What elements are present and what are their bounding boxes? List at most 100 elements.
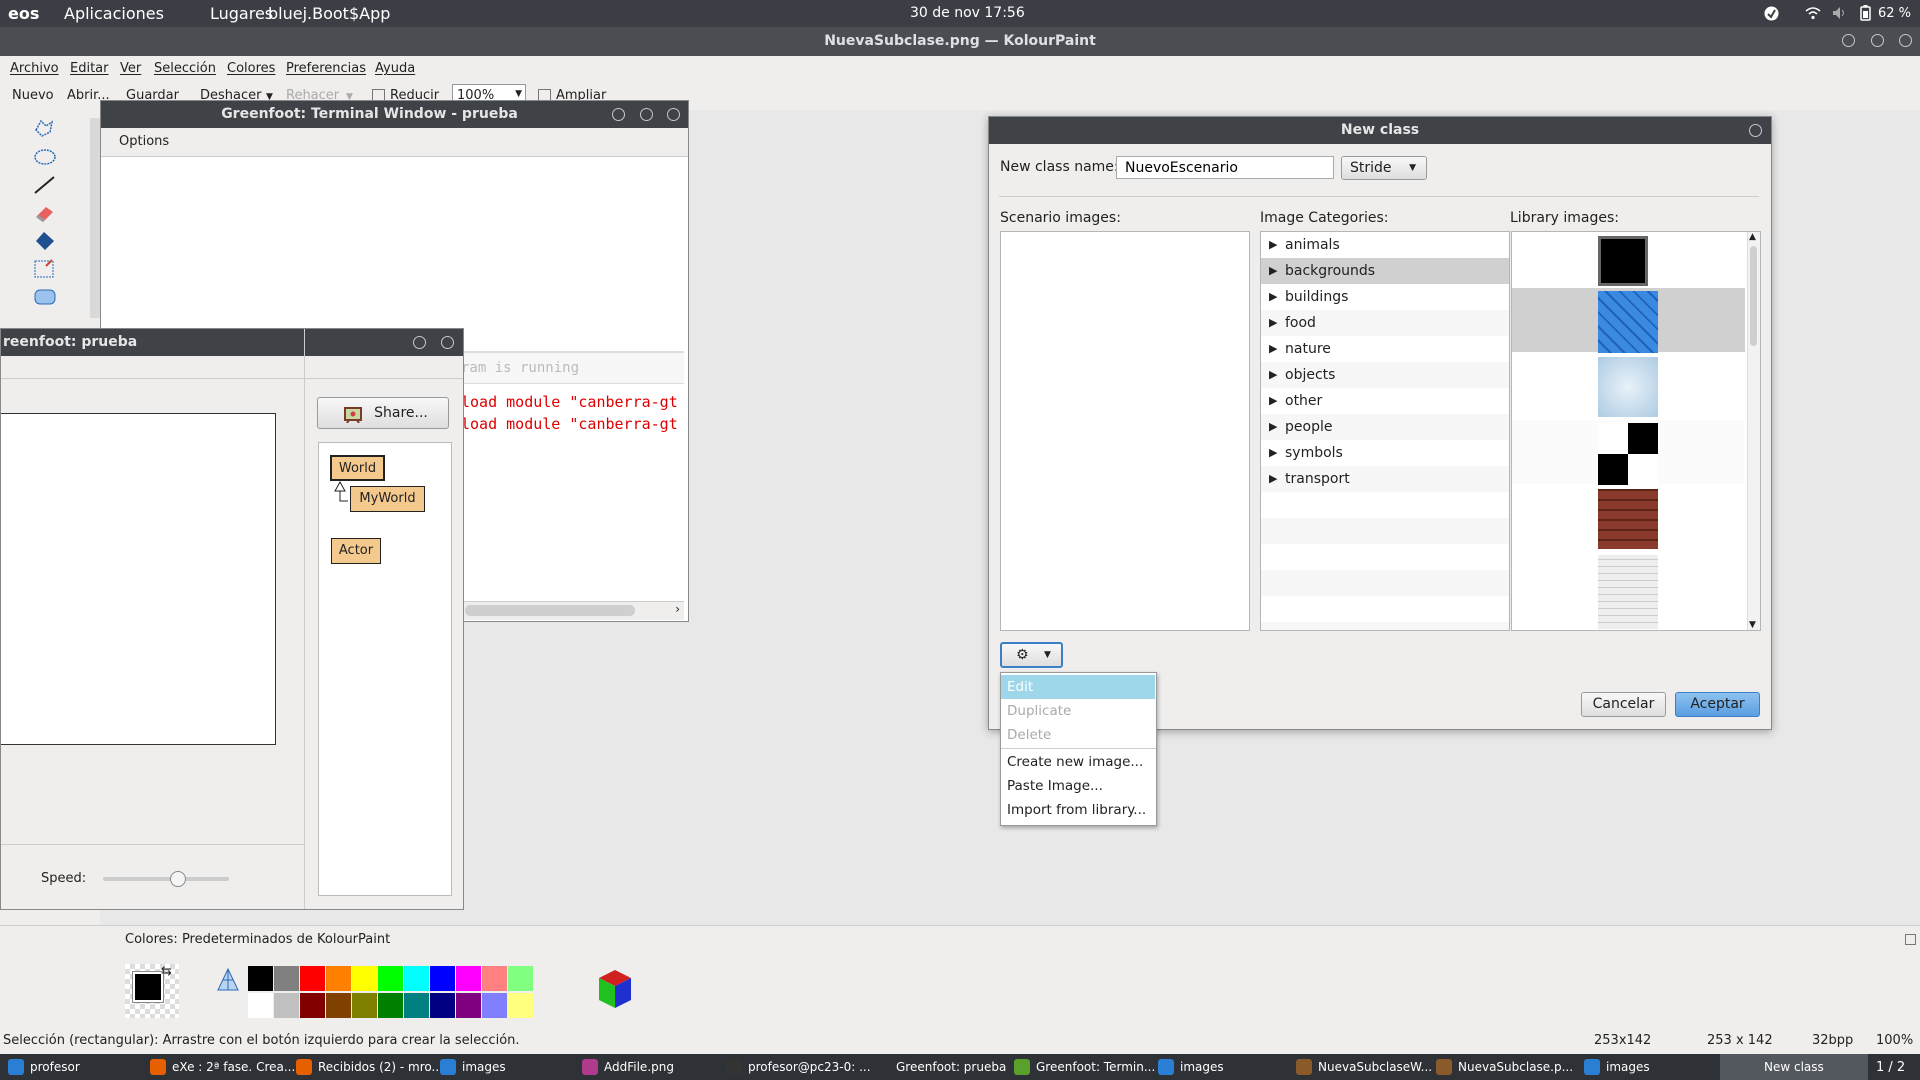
transparency-icon[interactable] bbox=[217, 968, 239, 992]
share-button[interactable]: Share... bbox=[317, 397, 449, 429]
category-transport[interactable]: ▶ transport bbox=[1261, 466, 1509, 492]
scroll-up-icon[interactable]: ▲ bbox=[1749, 232, 1756, 242]
line-icon[interactable] bbox=[32, 174, 58, 196]
language-select[interactable]: Stride ▼ bbox=[1341, 156, 1427, 180]
expand-icon[interactable]: ▶ bbox=[1269, 440, 1277, 466]
eraser-icon[interactable] bbox=[32, 202, 58, 224]
library-image-brick[interactable] bbox=[1512, 486, 1745, 550]
new-button[interactable]: Nuevo bbox=[12, 88, 54, 103]
world-view[interactable] bbox=[1, 413, 276, 745]
menu-colores[interactable]: Colores bbox=[227, 61, 275, 76]
palette-swatch[interactable] bbox=[326, 993, 351, 1018]
palette-swatch[interactable] bbox=[274, 966, 299, 991]
rounded-rectangle-icon[interactable] bbox=[32, 286, 58, 308]
expand-icon[interactable]: ▶ bbox=[1269, 232, 1277, 258]
palette-swatch[interactable] bbox=[508, 966, 533, 991]
palette-swatch[interactable] bbox=[378, 993, 403, 1018]
greenfoot-titlebar[interactable]: reenfoot: prueba bbox=[1, 329, 463, 356]
minimize-icon[interactable] bbox=[413, 336, 426, 349]
scenario-images-list[interactable] bbox=[1000, 231, 1250, 631]
close-icon[interactable] bbox=[1749, 124, 1762, 137]
menu-ayuda[interactable]: Ayuda bbox=[375, 61, 415, 76]
zoom-dropdown-icon[interactable]: ▼ bbox=[515, 89, 522, 99]
taskbar-item[interactable]: Recibidos (2) - mro... bbox=[296, 1054, 443, 1080]
foreground-color[interactable] bbox=[132, 971, 164, 1003]
menu-seleccion[interactable]: Selección bbox=[154, 61, 216, 76]
image-categories-list[interactable]: ▶ animals ▶ backgrounds ▶ buildings ▶ food ▶ natu… bbox=[1260, 231, 1510, 631]
world-class[interactable]: World bbox=[330, 455, 385, 481]
taskbar-item[interactable]: profesor@pc23-0: ... bbox=[726, 1054, 871, 1080]
menu-item-create[interactable]: Create new image... bbox=[1001, 750, 1155, 774]
category-people[interactable]: ▶ people bbox=[1261, 414, 1509, 440]
taskbar-item[interactable]: NuevaSubclaseW... bbox=[1296, 1054, 1432, 1080]
library-image-checker[interactable] bbox=[1512, 420, 1745, 485]
speed-slider[interactable] bbox=[103, 871, 229, 887]
scroll-right-icon[interactable]: › bbox=[675, 602, 680, 616]
kolourpaint-titlebar[interactable]: NuevaSubclase.png — KolourPaint bbox=[0, 27, 1920, 56]
menu-ver[interactable]: Ver bbox=[120, 61, 141, 76]
taskbar-item[interactable]: AddFile.png bbox=[582, 1054, 674, 1080]
expand-icon[interactable]: ▶ bbox=[1269, 258, 1277, 284]
expand-icon[interactable]: ▶ bbox=[1269, 362, 1277, 388]
taskbar-item[interactable]: images bbox=[1158, 1054, 1224, 1080]
wifi-icon[interactable] bbox=[1805, 6, 1821, 20]
workspace-indicator[interactable]: 1 / 2 bbox=[1876, 1054, 1905, 1080]
palette-swatch[interactable] bbox=[404, 993, 429, 1018]
colorbar-close-icon[interactable] bbox=[1905, 934, 1916, 945]
close-icon[interactable] bbox=[1899, 34, 1912, 47]
color-palette[interactable] bbox=[248, 966, 538, 1020]
taskbar-item[interactable]: Greenfoot: prueba bbox=[896, 1054, 1006, 1080]
library-image-blue-tiles[interactable] bbox=[1512, 288, 1745, 353]
palette-swatch[interactable] bbox=[274, 993, 299, 1018]
taskbar-item[interactable]: New class bbox=[1720, 1054, 1868, 1080]
palette-swatch[interactable] bbox=[300, 966, 325, 991]
menu-item-import[interactable]: Import from library... bbox=[1001, 798, 1155, 822]
category-buildings[interactable]: ▶ buildings bbox=[1261, 284, 1509, 310]
taskbar-item[interactable]: Greenfoot: Termin... bbox=[1014, 1054, 1155, 1080]
new-class-titlebar[interactable]: New class bbox=[989, 117, 1771, 144]
applications-menu[interactable]: Aplicaciones bbox=[64, 4, 164, 23]
active-app-menu[interactable]: bluej.Boot$App bbox=[268, 4, 390, 23]
taskbar-item[interactable]: profesor bbox=[8, 1054, 80, 1080]
minimize-icon[interactable] bbox=[1842, 34, 1855, 47]
menu-preferencias[interactable]: Preferencias bbox=[286, 61, 366, 76]
expand-icon[interactable]: ▶ bbox=[1269, 466, 1277, 492]
palette-swatch[interactable] bbox=[378, 966, 403, 991]
category-nature[interactable]: ▶ nature bbox=[1261, 336, 1509, 362]
palette-swatch[interactable] bbox=[300, 993, 325, 1018]
terminal-horizontal-scrollbar[interactable]: › bbox=[461, 601, 684, 620]
category-symbols[interactable]: ▶ symbols bbox=[1261, 440, 1509, 466]
palette-swatch[interactable] bbox=[430, 966, 455, 991]
swap-colors-icon[interactable]: ⇆ bbox=[161, 964, 172, 979]
category-objects[interactable]: ▶ objects bbox=[1261, 362, 1509, 388]
menu-archivo[interactable]: Archivo bbox=[10, 61, 59, 76]
palette-swatch[interactable] bbox=[352, 966, 377, 991]
menu-item-edit[interactable]: Edit bbox=[1001, 675, 1155, 699]
maximize-icon[interactable] bbox=[1871, 34, 1884, 47]
library-image-stone[interactable] bbox=[1512, 552, 1745, 629]
ellipse-select-icon[interactable] bbox=[32, 146, 58, 168]
category-food[interactable]: ▶ food bbox=[1261, 310, 1509, 336]
places-menu[interactable]: Lugares bbox=[210, 4, 273, 23]
terminal-options-menu[interactable]: Options bbox=[101, 128, 688, 157]
cancel-button[interactable]: Cancelar bbox=[1581, 692, 1666, 717]
fill-icon[interactable] bbox=[32, 230, 58, 252]
speed-slider-thumb[interactable] bbox=[170, 871, 187, 887]
palette-swatch[interactable] bbox=[326, 966, 351, 991]
maximize-icon[interactable] bbox=[640, 108, 653, 121]
palette-swatch[interactable] bbox=[248, 993, 273, 1018]
taskbar-item[interactable]: NuevaSubclase.p... bbox=[1436, 1054, 1573, 1080]
expand-icon[interactable]: ▶ bbox=[1269, 414, 1277, 440]
category-other[interactable]: ▶ other bbox=[1261, 388, 1509, 414]
actor-class[interactable]: Actor bbox=[331, 538, 381, 564]
accept-button[interactable]: Aceptar bbox=[1675, 692, 1760, 717]
eos-logo[interactable]: eos bbox=[8, 4, 39, 23]
category-animals[interactable]: ▶ animals bbox=[1261, 232, 1509, 258]
close-icon[interactable] bbox=[441, 336, 454, 349]
volume-icon[interactable] bbox=[1832, 6, 1848, 20]
image-actions-button[interactable]: ⚙ ▼ bbox=[1000, 642, 1063, 668]
expand-icon[interactable]: ▶ bbox=[1269, 336, 1277, 362]
taskbar-item[interactable]: images bbox=[440, 1054, 506, 1080]
palette-swatch[interactable] bbox=[508, 993, 533, 1018]
category-backgrounds[interactable]: ▶ backgrounds bbox=[1261, 258, 1509, 284]
